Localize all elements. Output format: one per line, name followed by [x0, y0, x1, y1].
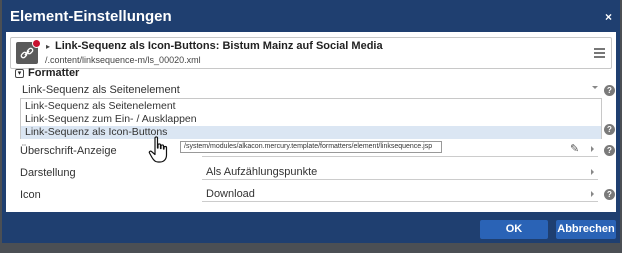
display-select[interactable]: Als Aufzählungspunkte [202, 165, 598, 180]
resource-path: /.content/linksequence-m/ls_00020.xml [45, 55, 201, 65]
chevron-right-icon [591, 169, 594, 175]
headline-display-label: Überschrift-Anzeige [20, 145, 117, 157]
icon-setting-select[interactable]: Download [202, 187, 598, 202]
formatter-path-tooltip: /system/modules/alkacon.mercury.template… [180, 141, 442, 153]
expand-caret-icon[interactable]: ▸ [46, 42, 50, 51]
help-icon[interactable]: ? [604, 85, 615, 96]
formatter-select[interactable]: Link-Sequenz als Seitenelement [20, 82, 602, 99]
formatter-collapse-toggle[interactable]: ▾ [15, 69, 24, 78]
resource-header: ▸ Link-Sequenz als Icon-Buttons: Bistum … [10, 37, 612, 69]
display-label: Darstellung [20, 167, 76, 179]
formatter-option[interactable]: Link-Sequenz zum Ein- / Ausklappen [21, 113, 601, 126]
ok-button[interactable]: OK [480, 220, 548, 239]
help-icon[interactable]: ? [604, 124, 615, 135]
dialog-title: Element-Einstellungen [10, 8, 172, 25]
status-dot [32, 39, 41, 48]
formatter-option[interactable]: Link-Sequenz als Seitenelement [21, 100, 601, 113]
hamburger-menu-icon[interactable] [594, 48, 605, 60]
help-icon[interactable]: ? [604, 189, 615, 200]
chevron-down-icon [592, 86, 598, 89]
help-icon[interactable]: ? [604, 145, 615, 156]
formatter-dropdown-list: Link-Sequenz als Seitenelement Link-Sequ… [20, 98, 602, 139]
icon-setting-label: Icon [20, 189, 41, 201]
close-icon[interactable]: × [605, 10, 612, 24]
icon-setting-value: Download [206, 188, 255, 200]
chevron-right-icon [591, 146, 594, 152]
pencil-icon[interactable]: ✎ [570, 142, 579, 155]
resource-title: Link-Sequenz als Icon-Buttons: Bistum Ma… [55, 40, 383, 52]
formatter-option-selected[interactable]: Link-Sequenz als Icon-Buttons [21, 126, 601, 139]
dialog-footer: OK Abbrechen [2, 212, 620, 243]
link-icon [16, 39, 41, 64]
display-value: Als Aufzählungspunkte [206, 166, 318, 178]
cancel-button[interactable]: Abbrechen [556, 220, 616, 239]
dialog-titlebar[interactable]: Element-Einstellungen × [2, 0, 620, 32]
formatter-selected-value: Link-Sequenz als Seitenelement [22, 84, 180, 96]
hand-pointer-icon [148, 136, 168, 163]
formatter-label: Formatter [28, 67, 80, 79]
dialog-content: ▸ Link-Sequenz als Icon-Buttons: Bistum … [6, 32, 616, 212]
chevron-right-icon [591, 191, 594, 197]
element-settings-dialog: Element-Einstellungen × ▸ Link-Sequenz a… [2, 0, 620, 243]
